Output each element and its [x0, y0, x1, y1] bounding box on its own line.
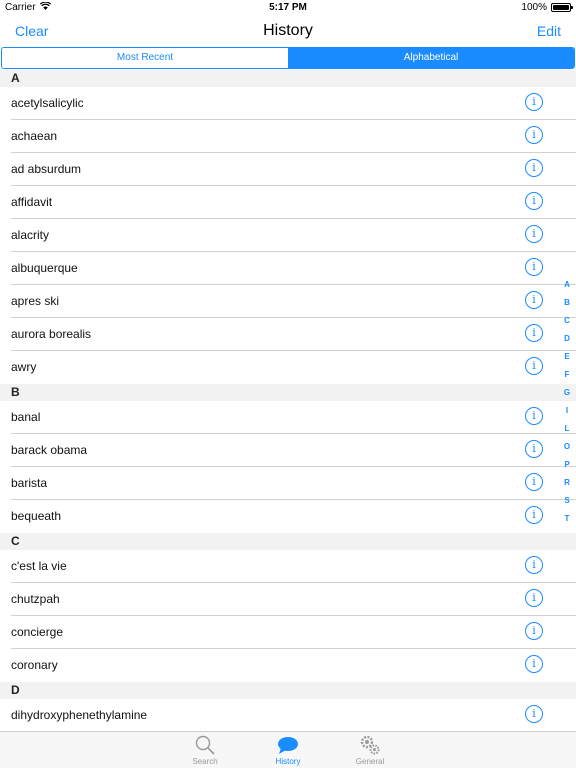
- history-word: alacrity: [11, 228, 50, 242]
- status-time: 5:17 PM: [269, 2, 307, 13]
- info-circle-icon[interactable]: i: [525, 556, 543, 574]
- history-word: achaean: [11, 129, 58, 143]
- info-circle-icon[interactable]: i: [525, 506, 543, 524]
- battery-group: 100%: [521, 2, 573, 13]
- history-word: affidavit: [11, 195, 53, 209]
- speech-bubble-icon: [258, 734, 318, 756]
- index-letter-r[interactable]: R: [564, 474, 570, 492]
- history-row[interactable]: acetylsalicylic i: [11, 87, 576, 120]
- history-row[interactable]: awry i: [11, 351, 576, 384]
- history-word: barista: [11, 476, 48, 490]
- navigation-bar: Clear History Edit: [0, 16, 576, 46]
- history-word: c'est la vie: [11, 559, 67, 573]
- tab-general[interactable]: General: [340, 734, 400, 766]
- history-word: aurora borealis: [11, 327, 92, 341]
- tab-history-label: History: [275, 757, 301, 766]
- magnifier-icon: [175, 734, 235, 756]
- gears-icon: [340, 734, 400, 756]
- info-circle-icon[interactable]: i: [525, 622, 543, 640]
- info-circle-icon[interactable]: i: [525, 473, 543, 491]
- info-circle-icon[interactable]: i: [525, 159, 543, 177]
- history-row[interactable]: affidavit i: [11, 186, 576, 219]
- history-row[interactable]: chutzpah i: [11, 583, 576, 616]
- info-circle-icon[interactable]: i: [525, 126, 543, 144]
- index-letter-d[interactable]: D: [564, 330, 570, 348]
- history-row[interactable]: apres ski i: [11, 285, 576, 318]
- index-letter-c[interactable]: C: [564, 312, 570, 330]
- index-letter-a[interactable]: A: [564, 276, 570, 294]
- section-header-a: A: [0, 70, 576, 87]
- history-row[interactable]: banal i: [11, 401, 576, 434]
- history-row[interactable]: concierge i: [11, 616, 576, 649]
- info-circle-icon[interactable]: i: [525, 93, 543, 111]
- history-row[interactable]: barista i: [11, 467, 576, 500]
- index-letter-e[interactable]: E: [564, 348, 569, 366]
- index-letter-p[interactable]: P: [564, 456, 569, 474]
- history-row[interactable]: c'est la vie i: [11, 550, 576, 583]
- history-row[interactable]: ad absurdum i: [11, 153, 576, 186]
- history-row[interactable]: albuquerque i: [11, 252, 576, 285]
- history-word: ad absurdum: [11, 162, 82, 176]
- history-row[interactable]: bequeath i: [11, 500, 576, 533]
- status-bar: Carrier 5:17 PM 100%: [0, 0, 576, 16]
- history-word: chutzpah: [11, 592, 60, 606]
- info-circle-icon[interactable]: i: [525, 324, 543, 342]
- index-letter-i[interactable]: I: [566, 402, 568, 420]
- info-circle-icon[interactable]: i: [525, 589, 543, 607]
- section-header-d: D: [0, 682, 576, 699]
- history-row[interactable]: aurora borealis i: [11, 318, 576, 351]
- history-row[interactable]: barack obama i: [11, 434, 576, 467]
- index-letter-t[interactable]: T: [565, 510, 570, 528]
- history-list[interactable]: Aacetylsalicylic i achaean i ad absurdum i aff…: [0, 70, 576, 731]
- segment-most-recent[interactable]: Most Recent: [2, 48, 288, 68]
- segment-alphabetical[interactable]: Alphabetical: [288, 48, 574, 68]
- battery-icon: [551, 3, 573, 12]
- info-circle-icon[interactable]: i: [525, 192, 543, 210]
- section-header-b: B: [0, 384, 576, 401]
- info-circle-icon[interactable]: i: [525, 440, 543, 458]
- info-circle-icon[interactable]: i: [525, 655, 543, 673]
- history-word: awry: [11, 360, 37, 374]
- tab-search[interactable]: Search: [175, 734, 235, 766]
- history-word: coronary: [11, 658, 58, 672]
- tab-general-label: General: [355, 757, 385, 766]
- history-row[interactable]: coronary i: [11, 649, 576, 682]
- index-letter-f[interactable]: F: [565, 366, 570, 384]
- index-letter-s[interactable]: S: [564, 492, 569, 510]
- tab-history[interactable]: History: [258, 734, 318, 766]
- index-letter-o[interactable]: O: [564, 438, 570, 456]
- history-row[interactable]: achaean i: [11, 120, 576, 153]
- info-circle-icon[interactable]: i: [525, 291, 543, 309]
- index-letter-l[interactable]: L: [565, 420, 570, 438]
- history-word: concierge: [11, 625, 64, 639]
- battery-percent: 100%: [521, 2, 547, 13]
- tab-bar: Search History General: [0, 731, 576, 768]
- history-word: albuquerque: [11, 261, 78, 275]
- edit-button[interactable]: Edit: [537, 23, 561, 39]
- info-circle-icon[interactable]: i: [525, 705, 543, 723]
- history-word: bequeath: [11, 509, 62, 523]
- tab-search-label: Search: [192, 757, 218, 766]
- history-word: banal: [11, 410, 41, 424]
- history-word: dihydroxyphenethylamine: [11, 708, 148, 722]
- section-header-c: C: [0, 533, 576, 550]
- info-circle-icon[interactable]: i: [525, 258, 543, 276]
- info-circle-icon[interactable]: i: [525, 357, 543, 375]
- sort-segmented-control: Most Recent Alphabetical: [1, 47, 575, 69]
- page-title: History: [263, 22, 313, 39]
- history-word: apres ski: [11, 294, 60, 308]
- info-circle-icon[interactable]: i: [525, 407, 543, 425]
- history-word: barack obama: [11, 443, 88, 457]
- index-letter-b[interactable]: B: [564, 294, 570, 312]
- index-letter-g[interactable]: G: [564, 384, 570, 402]
- history-word: acetylsalicylic: [11, 96, 84, 110]
- info-circle-icon[interactable]: i: [525, 225, 543, 243]
- history-row[interactable]: dihydroxyphenethylamine i: [11, 699, 576, 731]
- history-row[interactable]: alacrity i: [11, 219, 576, 252]
- section-index[interactable]: ABCDEFGILOPRST: [558, 276, 576, 528]
